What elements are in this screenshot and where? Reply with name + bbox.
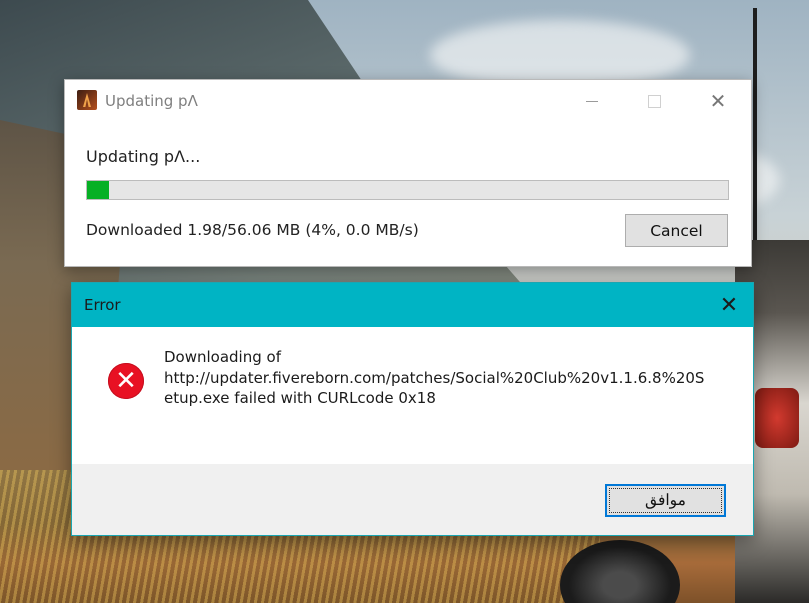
error-body: ✕ Downloading of http://updater.fiverebo… [72,327,753,464]
jeep-taillight [755,388,799,448]
error-title: Error [84,296,121,314]
progress-fill [87,181,110,199]
ok-button[interactable]: موافق [605,484,726,517]
close-icon[interactable]: ✕ [695,80,741,122]
error-icon: ✕ [108,363,144,399]
updater-titlebar[interactable]: Updating pΛ ✕ [65,80,751,122]
error-titlebar[interactable]: Error ✕ [72,283,753,327]
download-progress-bar [86,180,729,200]
error-dialog: Error ✕ ✕ Downloading of http://updater.… [71,282,754,536]
maximize-icon[interactable] [631,80,677,122]
window-title: Updating pΛ [105,92,198,110]
status-label: Updating pΛ... [86,147,201,166]
error-message-line: etup.exe failed with CURLcode 0x18 [164,389,436,407]
cancel-button[interactable]: Cancel [625,214,728,247]
error-message-line: Downloading of [164,348,281,366]
close-icon[interactable]: ✕ [706,283,752,327]
updater-window: Updating pΛ ✕ Updating pΛ... Downloaded … [64,79,752,267]
download-status: Downloaded 1.98/56.06 MB (4%, 0.0 MB/s) [86,221,419,239]
error-message-line: http://updater.fivereborn.com/patches/So… [164,368,705,387]
app-icon [77,90,97,110]
error-message: Downloading of http://updater.fivereborn… [164,347,739,409]
minimize-icon[interactable] [569,80,615,122]
